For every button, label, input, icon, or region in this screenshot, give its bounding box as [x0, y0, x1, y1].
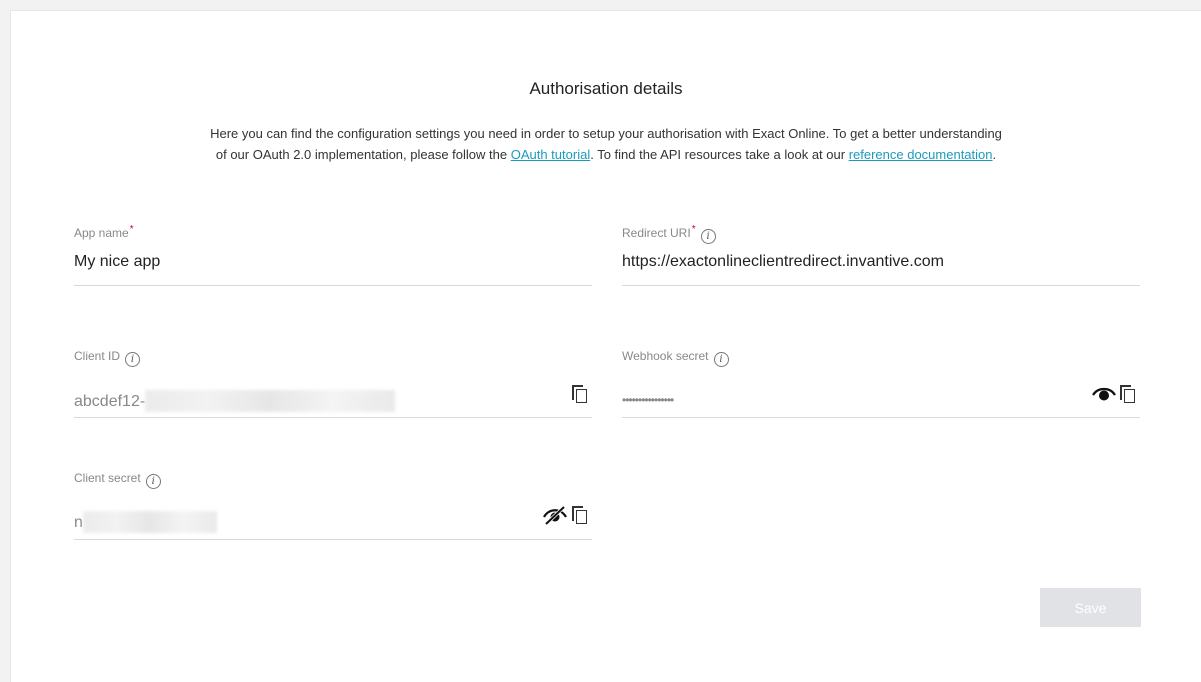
client-secret-visible-text: n	[74, 514, 83, 531]
authorisation-card: Authorisation details Here you can find …	[10, 10, 1201, 682]
client-secret-label-text: Client secret	[74, 471, 141, 485]
oauth-tutorial-link[interactable]: OAuth tutorial	[511, 147, 591, 162]
client-secret-field: Client secret i n	[74, 471, 592, 540]
app-name-field[interactable]: App name* My nice app	[74, 224, 592, 286]
client-id-visible-text: abcdef12-	[74, 393, 146, 410]
page-title: Authorisation details	[529, 79, 683, 98]
reference-documentation-link[interactable]: reference documentation	[849, 147, 993, 162]
intro-line-2-middle: . To find the API resources take a look …	[590, 147, 849, 162]
webhook-secret-value: ••••••••••••••••	[622, 393, 674, 407]
client-id-field: Client ID i abcdef12-	[74, 349, 592, 418]
webhook-secret-actions	[1092, 385, 1136, 403]
client-secret-actions	[542, 505, 588, 525]
intro-line-2-prefix: of our OAuth 2.0 implementation, please …	[215, 147, 511, 162]
client-id-value: abcdef12-	[74, 390, 396, 412]
client-secret-label: Client secret i	[74, 471, 161, 489]
app-name-input[interactable]: My nice app	[74, 253, 160, 271]
redirect-uri-label: Redirect URI* i	[622, 224, 716, 244]
copy-icon[interactable]	[572, 506, 588, 524]
copy-icon[interactable]	[572, 385, 588, 403]
webhook-secret-label: Webhook secret i	[622, 349, 729, 367]
intro-line-1: Here you can find the configuration sett…	[210, 126, 1002, 141]
info-icon[interactable]: i	[700, 229, 716, 244]
webhook-secret-field: Webhook secret i ••••••••••••••••	[622, 349, 1140, 418]
info-icon[interactable]: i	[713, 352, 729, 367]
eye-off-icon[interactable]	[542, 505, 568, 525]
required-mark: *	[129, 224, 134, 235]
redirect-uri-label-text: Redirect URI	[622, 226, 691, 240]
intro-text: Here you can find the configuration sett…	[11, 123, 1201, 165]
client-id-actions	[572, 385, 588, 403]
client-id-label-text: Client ID	[74, 349, 121, 363]
webhook-secret-label-text: Webhook secret	[622, 349, 709, 363]
info-icon[interactable]: i	[145, 474, 161, 489]
client-secret-value: n	[74, 511, 217, 533]
redacted-blur	[145, 390, 396, 412]
eye-icon[interactable]	[1092, 386, 1116, 402]
intro-line-2-suffix: .	[992, 147, 997, 162]
app-name-label: App name*	[74, 224, 134, 240]
redirect-uri-input[interactable]: https://exactonlineclientredirect.invant…	[622, 253, 944, 271]
copy-icon[interactable]	[1120, 385, 1136, 403]
intro-line-2: of our OAuth 2.0 implementation, please …	[11, 144, 1201, 165]
redacted-blur	[82, 511, 217, 533]
save-button[interactable]: Save	[1040, 588, 1141, 627]
info-icon[interactable]: i	[125, 352, 141, 367]
redirect-uri-field[interactable]: Redirect URI* i https://exactonlineclient…	[622, 224, 1140, 286]
client-id-label: Client ID i	[74, 349, 141, 367]
app-name-label-text: App name	[74, 226, 129, 240]
required-mark: *	[691, 224, 696, 235]
